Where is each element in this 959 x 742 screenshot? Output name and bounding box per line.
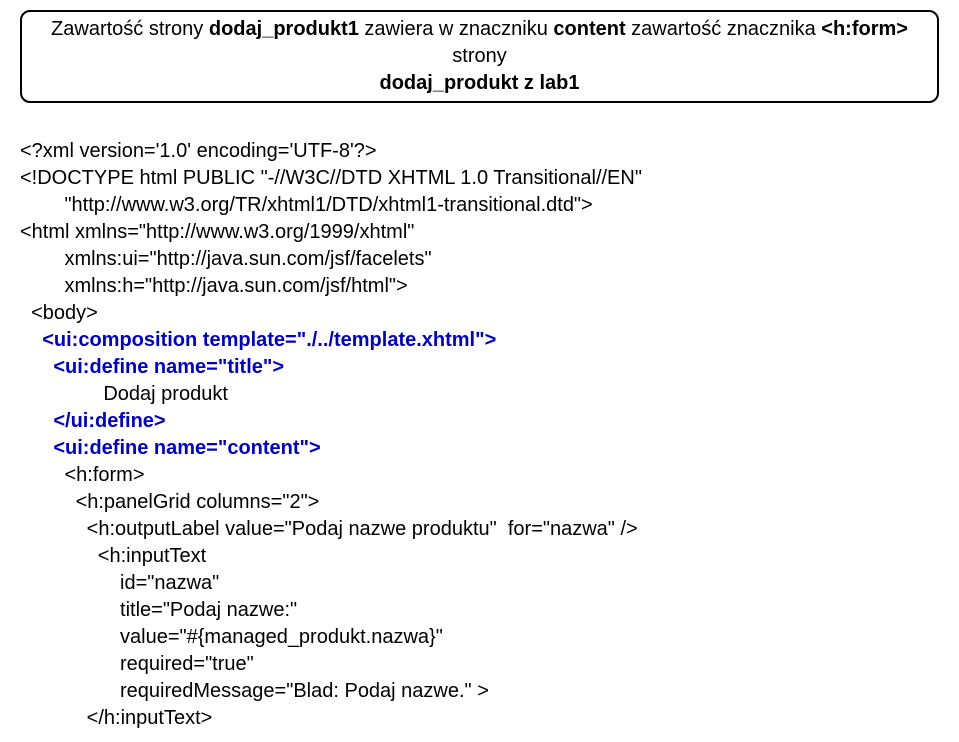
code-line: xmlns:ui="http://java.sun.com/jsf/facele… (20, 248, 432, 270)
code-line-blue: <ui:composition template="./../template.… (20, 329, 496, 351)
header-line-1: Zawartość strony dodaj_produkt1 zawiera … (32, 16, 927, 70)
header-line-2: dodaj_produkt z lab1 (32, 70, 927, 97)
code-line: requiredMessage="Blad: Podaj nazwe." > (20, 680, 489, 702)
header-text: zawartość znacznika (626, 18, 822, 40)
code-line-blue: <ui:define name="content"> (20, 437, 321, 459)
code-line: value="#{managed_produkt.nazwa}" (20, 626, 443, 648)
code-line: <!DOCTYPE html PUBLIC "-//W3C//DTD XHTML… (20, 167, 642, 189)
header-text: Zawartość strony (51, 18, 209, 40)
code-line: xmlns:h="http://java.sun.com/jsf/html"> (20, 275, 408, 297)
code-line: </h:inputText> (20, 707, 212, 729)
header-bold: <h:form> (821, 18, 908, 40)
code-line-blue: </ui:define> (20, 410, 166, 432)
code-line: Dodaj produkt (20, 383, 228, 405)
code-line: title="Podaj nazwe:" (20, 599, 297, 621)
code-line: <h:panelGrid columns="2"> (20, 491, 319, 513)
code-line: <h:inputText (20, 545, 206, 567)
code-line: required="true" (20, 653, 254, 675)
code-line-blue: <ui:define name="title"> (20, 356, 284, 378)
header-bold: content (553, 18, 625, 40)
code-line: <h:form> (20, 464, 145, 486)
header-box: Zawartość strony dodaj_produkt1 zawiera … (20, 10, 939, 103)
header-text: zawiera w znaczniku (359, 18, 554, 40)
header-text: strony (452, 45, 506, 67)
code-line: id="nazwa" (20, 572, 219, 594)
header-bold: dodaj_produkt1 (209, 18, 359, 40)
code-block: <?xml version='1.0' encoding='UTF-8'?> <… (20, 111, 939, 732)
code-line: <?xml version='1.0' encoding='UTF-8'?> (20, 140, 377, 162)
code-line: "http://www.w3.org/TR/xhtml1/DTD/xhtml1-… (20, 194, 593, 216)
header-bold: dodaj_produkt z lab1 (379, 72, 579, 94)
code-line: <body> (20, 302, 98, 324)
code-line: <h:outputLabel value="Podaj nazwe produk… (20, 518, 638, 540)
code-line: <html xmlns="http://www.w3.org/1999/xhtm… (20, 221, 414, 243)
